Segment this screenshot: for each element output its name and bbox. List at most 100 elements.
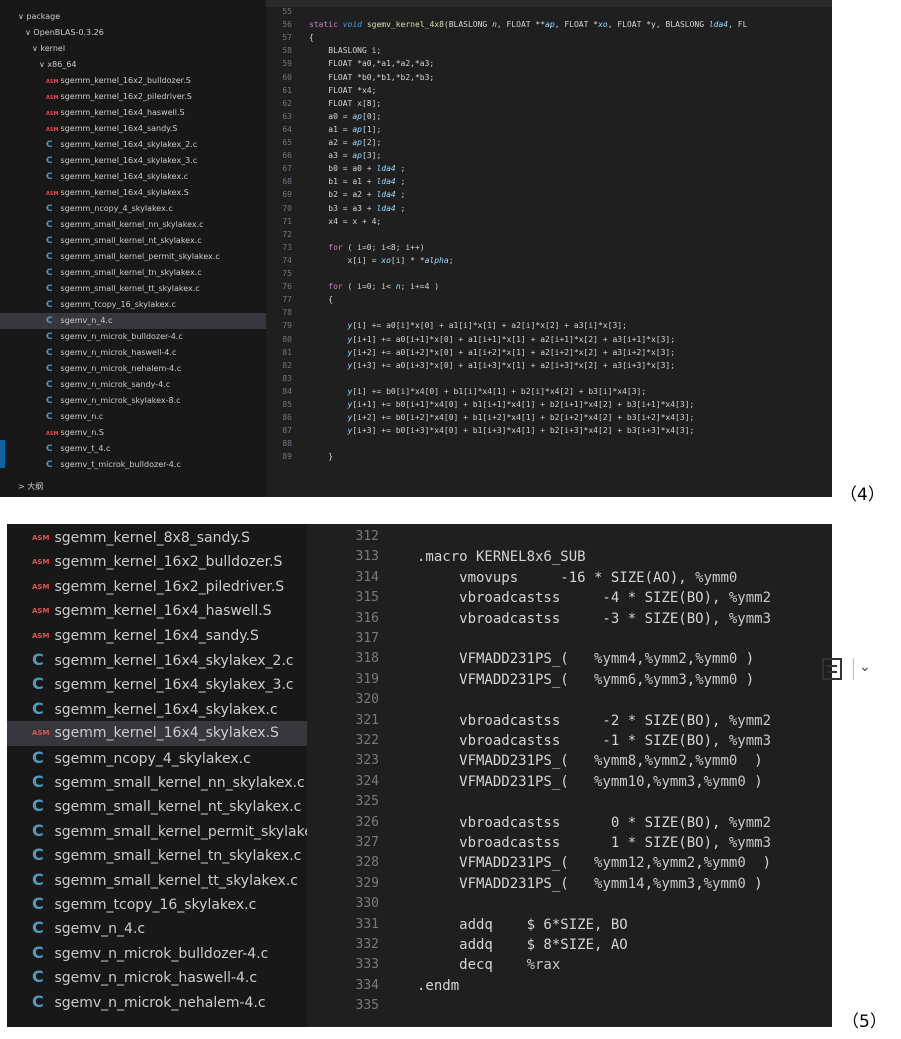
line-number: 89 bbox=[282, 452, 292, 462]
explorer-item-label: sgemv_n_microk_nehalem-4.c bbox=[54, 994, 266, 1011]
explorer-item[interactable]: ∨ OpenBLAS-0.3.26 bbox=[0, 25, 266, 41]
line-number: 60 bbox=[282, 72, 292, 82]
explorer-item-label: sgemv_n_4.c bbox=[54, 921, 146, 938]
explorer-item-label: sgemm_kernel_8x8_sandy.S bbox=[54, 530, 250, 547]
code-editor[interactable]: 312 313 314 315 316 317 318 319 320 321 322 323 324 3… bbox=[307, 524, 832, 1027]
line-number: 322 bbox=[355, 733, 379, 748]
explorer-item[interactable]: C sgemm_ncopy_4_skylakex.c bbox=[7, 746, 307, 770]
chevron-down-icon[interactable]: ⌄ bbox=[859, 659, 871, 675]
line-number: 315 bbox=[355, 590, 379, 606]
reader-icon[interactable] bbox=[822, 658, 842, 680]
code-line: .macro KERNEL8x6_SUB bbox=[417, 549, 586, 566]
explorer-item-label: sgemv_n_microk_bulldozer-4.c bbox=[54, 945, 269, 962]
c-file-icon: C bbox=[46, 172, 53, 182]
line-number: 333 bbox=[355, 957, 379, 973]
explorer-item[interactable]: C sgemv_n_microk_haswell-4.c bbox=[7, 965, 307, 989]
c-file-icon: C bbox=[32, 918, 44, 938]
code-line: vbroadcastss -3 * SIZE(BO), %ymm3 bbox=[417, 610, 772, 627]
explorer-item-label: sgemm_tcopy_16_skylakex.c bbox=[54, 897, 257, 913]
line-number: 314 bbox=[355, 569, 379, 585]
explorer-item[interactable]: C sgemm_small_kernel_nt_skylakex.c bbox=[0, 233, 266, 249]
line-number: 327 bbox=[355, 835, 379, 850]
explorer-item[interactable]: C sgemm_small_kernel_tn_skylakex.c bbox=[7, 843, 307, 867]
line-number: 72 bbox=[282, 229, 292, 239]
explorer-item[interactable]: C sgemv_t_microk_bulldozer-4.c bbox=[0, 457, 266, 473]
explorer-item[interactable]: C sgemm_kernel_16x4_skylakex_2.c bbox=[7, 648, 307, 672]
asm-file-icon: ASM bbox=[46, 95, 59, 101]
code-line: FLOAT *x4; bbox=[309, 85, 377, 95]
explorer-item[interactable]: C sgemv_n_microk_nehalem-4.c bbox=[7, 990, 307, 1014]
line-number: 68 bbox=[282, 177, 292, 187]
c-file-icon: C bbox=[46, 396, 53, 406]
line-number: 313 bbox=[355, 549, 379, 565]
explorer-item[interactable]: ∨ package bbox=[0, 9, 266, 25]
code-editor[interactable]: 55 56 57 58 59 60 61 62 63 64 65 66 67 68 69 70 71 72 73 74… bbox=[266, 0, 832, 497]
explorer-item[interactable]: C sgemm_small_kernel_nn_skylakex.c bbox=[0, 217, 266, 233]
c-file-icon: C bbox=[32, 991, 44, 1011]
explorer-item-label: sgemm_kernel_16x4_skylakex.S bbox=[54, 725, 279, 742]
explorer-item[interactable]: C sgemv_t_4.c bbox=[0, 441, 266, 457]
code-line: a0 = ap[0]; bbox=[309, 111, 382, 121]
explorer-item[interactable]: C sgemm_kernel_16x4_skylakex_3.c bbox=[7, 672, 307, 696]
explorer-item[interactable]: ASM sgemm_kernel_8x8_sandy.S bbox=[7, 526, 307, 550]
line-number: 331 bbox=[355, 916, 379, 932]
explorer-item[interactable]: C sgemv_n_microk_skylakex-8.c bbox=[0, 393, 266, 409]
explorer-item[interactable]: C sgemm_small_kernel_permit_skylakex.c bbox=[0, 249, 266, 265]
code-line: y[i+3] += a0[i+3]*x[0] + a1[i+3]*x[1] + … bbox=[347, 360, 676, 370]
explorer-item[interactable]: C sgemm_kernel_16x4_skylakex_3.c bbox=[0, 153, 266, 169]
c-file-icon: C bbox=[46, 380, 53, 390]
explorer-item[interactable]: C sgemv_n_microk_haswell-4.c bbox=[0, 345, 266, 361]
c-file-icon: C bbox=[32, 967, 44, 987]
explorer-item[interactable]: ASM sgemm_kernel_16x4_haswell.S bbox=[0, 105, 266, 121]
explorer-item-label: sgemv_n_microk_sandy-4.c bbox=[60, 380, 171, 389]
explorer-item[interactable]: C sgemv_n_microk_bulldozer-4.c bbox=[7, 941, 307, 965]
explorer-item[interactable]: ∨ kernel bbox=[0, 41, 266, 57]
c-file-icon: C bbox=[46, 284, 53, 294]
explorer-item[interactable]: C sgemv_n_4.c bbox=[7, 916, 307, 940]
explorer-item[interactable]: C sgemm_small_kernel_tt_skylakex.c bbox=[7, 868, 307, 892]
c-file-icon: C bbox=[46, 316, 53, 326]
line-number: 332 bbox=[355, 937, 379, 952]
line-number: 73 bbox=[282, 242, 292, 252]
sidebar-scrollbar[interactable] bbox=[0, 440, 5, 468]
line-number: 57 bbox=[282, 33, 292, 43]
explorer-item[interactable]: C sgemm_kernel_16x4_skylakex.c bbox=[7, 697, 307, 721]
explorer-item[interactable]: C sgemv_n_microk_bulldozer-4.c bbox=[0, 329, 266, 345]
explorer-item[interactable]: ASM sgemm_kernel_16x2_bulldozer.S bbox=[0, 73, 266, 89]
explorer-item[interactable]: ASM sgemv_n.S bbox=[0, 425, 266, 441]
explorer-item[interactable]: C sgemv_n_4.c bbox=[0, 313, 266, 329]
c-file-icon: C bbox=[46, 300, 53, 310]
c-file-icon: C bbox=[46, 156, 53, 166]
explorer-item[interactable]: C sgemm_small_kernel_permit_skylakex.c bbox=[7, 819, 307, 843]
code-line: decq %rax bbox=[417, 957, 561, 974]
floating-toolbar[interactable]: ⌄ bbox=[815, 652, 885, 688]
explorer-item[interactable]: C sgemm_ncopy_4_skylakex.c bbox=[0, 201, 266, 217]
line-number: 58 bbox=[282, 46, 292, 56]
line-number: 323 bbox=[355, 753, 379, 769]
code-line: a3 = ap[3]; bbox=[309, 151, 382, 161]
code-line: static void sgemv_kernel_4x8(BLASLONG n,… bbox=[309, 20, 748, 30]
explorer-item[interactable]: C sgemv_n.c bbox=[0, 409, 266, 425]
code-line: VFMADD231PS_( %ymm6,%ymm3,%ymm0 ) bbox=[417, 671, 755, 688]
explorer-item[interactable]: C sgemv_n_microk_sandy-4.c bbox=[0, 377, 266, 393]
outline-section[interactable]: > 大纲 bbox=[0, 479, 266, 495]
explorer-item[interactable]: C sgemm_kernel_16x4_skylakex.c bbox=[0, 169, 266, 185]
line-number: 81 bbox=[282, 347, 292, 357]
explorer-item[interactable]: ASM sgemm_kernel_16x4_haswell.S bbox=[7, 599, 307, 623]
explorer-item[interactable]: C sgemm_kernel_16x4_skylakex_2.c bbox=[0, 137, 266, 153]
explorer-item[interactable]: ASM sgemm_kernel_16x2_piledriver.S bbox=[7, 575, 307, 599]
explorer-item[interactable]: C sgemm_small_kernel_nn_skylakex.c bbox=[7, 770, 307, 794]
explorer-item[interactable]: C sgemm_small_kernel_tt_skylakex.c bbox=[0, 281, 266, 297]
explorer-item[interactable]: C sgemm_small_kernel_tn_skylakex.c bbox=[0, 265, 266, 281]
explorer-item[interactable]: ASM sgemm_kernel_16x4_skylakex.S bbox=[0, 185, 266, 201]
explorer-item[interactable]: C sgemm_small_kernel_nt_skylakex.c bbox=[7, 794, 307, 818]
explorer-item[interactable]: ASM sgemm_kernel_16x2_piledriver.S bbox=[0, 89, 266, 105]
explorer-item[interactable]: ASM sgemm_kernel_16x2_bulldozer.S bbox=[7, 550, 307, 574]
explorer-item[interactable]: ∨ x86_64 bbox=[0, 57, 266, 73]
explorer-item[interactable]: C sgemm_tcopy_16_skylakex.c bbox=[7, 892, 307, 916]
explorer-item[interactable]: ASM sgemm_kernel_16x4_sandy.S bbox=[0, 121, 266, 137]
explorer-item[interactable]: ASM sgemm_kernel_16x4_sandy.S bbox=[7, 624, 307, 648]
explorer-item[interactable]: ASM sgemm_kernel_16x4_skylakex.S bbox=[7, 721, 307, 746]
explorer-item[interactable]: C sgemv_n_microk_nehalem-4.c bbox=[0, 361, 266, 377]
explorer-item[interactable]: C sgemm_tcopy_16_skylakex.c bbox=[0, 297, 266, 313]
